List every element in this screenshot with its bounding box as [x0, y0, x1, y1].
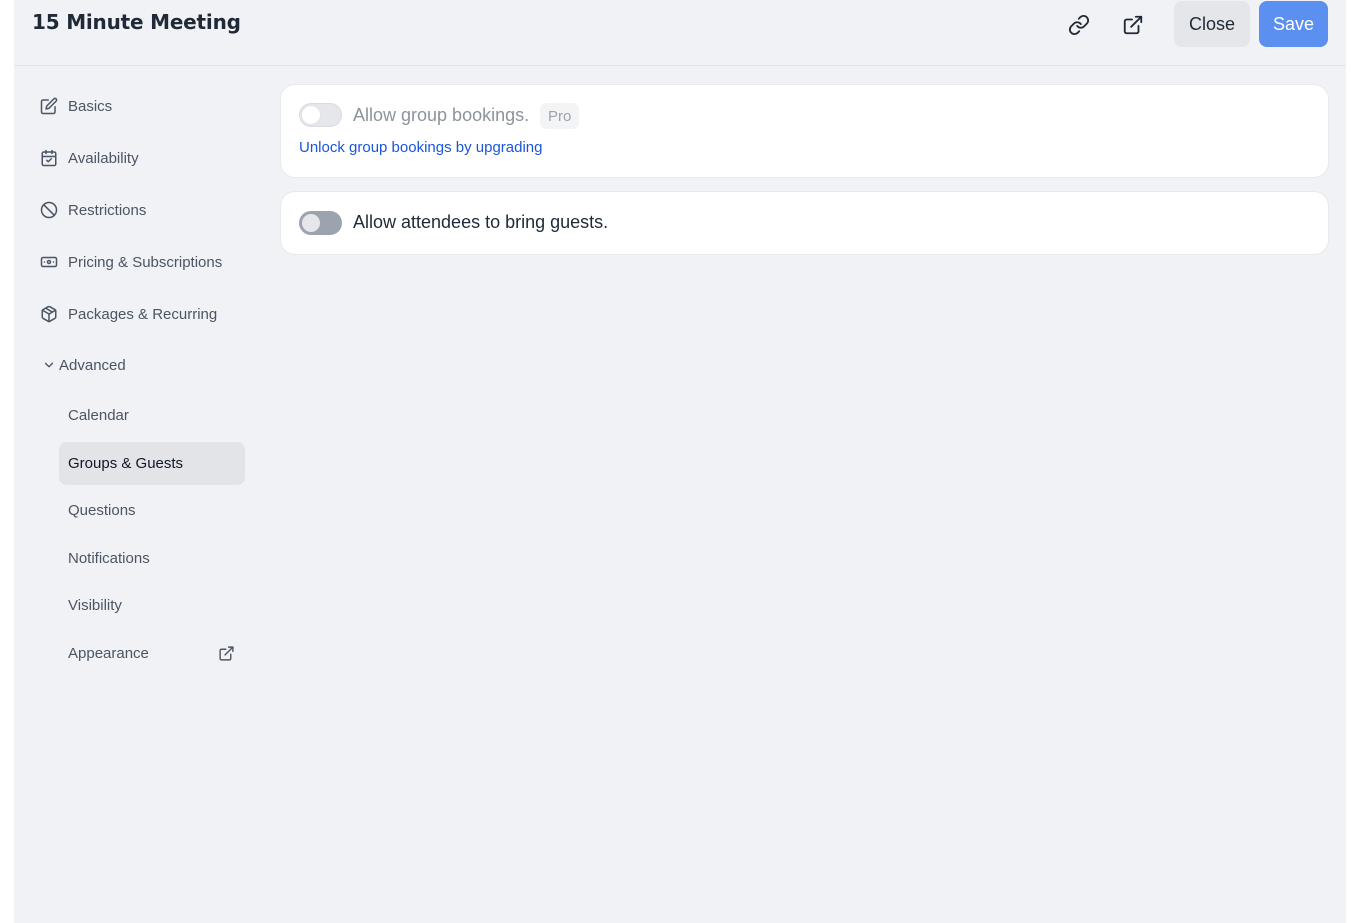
- banknote-icon: [40, 253, 58, 271]
- sidebar-item-label: Notifications: [68, 550, 150, 567]
- sidebar-item-packages[interactable]: Packages & Recurring: [40, 298, 250, 330]
- sidebar-item-restrictions[interactable]: Restrictions: [40, 194, 250, 226]
- event-settings-panel: 15 Minute Meeting Close Save Basics Avai…: [14, 0, 1346, 923]
- page-title: 15 Minute Meeting: [32, 10, 241, 34]
- toggle-knob: [302, 214, 320, 232]
- external-link-icon: [219, 646, 234, 661]
- sidebar-item-label: Availability: [68, 149, 139, 167]
- guests-toggle[interactable]: [299, 211, 342, 235]
- link-icon: [1068, 14, 1090, 36]
- group-bookings-card: Allow group bookings. Pro Unlock group b…: [281, 85, 1328, 177]
- sidebar-item-pricing[interactable]: Pricing & Subscriptions: [40, 246, 250, 278]
- sidebar-item-label: Basics: [68, 97, 113, 115]
- pro-badge: Pro: [540, 103, 580, 129]
- external-link-icon: [1123, 15, 1143, 35]
- preview-button[interactable]: [1116, 8, 1150, 42]
- ban-icon: [40, 201, 58, 219]
- sidebar-item-basics[interactable]: Basics: [40, 90, 250, 122]
- save-button[interactable]: Save: [1259, 1, 1328, 47]
- sidebar-item-label: Visibility: [68, 597, 122, 614]
- group-bookings-label: Allow group bookings.: [353, 105, 530, 125]
- sidebar-item-questions[interactable]: Questions: [59, 489, 245, 532]
- calendar-check-icon: [40, 149, 58, 167]
- edit-icon: [40, 97, 58, 115]
- sidebar-item-notifications[interactable]: Notifications: [59, 537, 245, 580]
- sidebar-item-label: Appearance: [68, 645, 149, 662]
- sidebar-item-label: Questions: [68, 502, 136, 519]
- sidebar-item-visibility[interactable]: Visibility: [59, 584, 245, 627]
- sidebar-group-advanced[interactable]: Advanced: [42, 349, 126, 381]
- sidebar-group-label: Advanced: [59, 356, 126, 374]
- sidebar-item-calendar[interactable]: Calendar: [59, 394, 245, 437]
- sidebar-item-label: Groups & Guests: [68, 455, 184, 472]
- chevron-down-icon: [42, 358, 56, 372]
- sidebar-item-label: Calendar: [68, 407, 129, 424]
- toggle-knob: [302, 106, 320, 124]
- guests-card: Allow attendees to bring guests.: [281, 192, 1328, 254]
- copy-link-button[interactable]: [1062, 8, 1096, 42]
- package-icon: [40, 305, 58, 323]
- sidebar-item-appearance[interactable]: Appearance: [59, 632, 245, 675]
- group-bookings-toggle[interactable]: [299, 103, 342, 127]
- guests-label: Allow attendees to bring guests.: [353, 212, 609, 232]
- sidebar-item-availability[interactable]: Availability: [40, 142, 250, 174]
- sidebar-item-label: Pricing & Subscriptions: [68, 253, 223, 271]
- upgrade-link[interactable]: Unlock group bookings by upgrading: [299, 139, 543, 156]
- sidebar-item-groups-guests[interactable]: Groups & Guests: [59, 442, 245, 485]
- close-button[interactable]: Close: [1174, 1, 1250, 47]
- header: 15 Minute Meeting Close Save: [14, 0, 1346, 66]
- sidebar-item-label: Packages & Recurring: [68, 305, 218, 323]
- sidebar-item-label: Restrictions: [68, 201, 147, 219]
